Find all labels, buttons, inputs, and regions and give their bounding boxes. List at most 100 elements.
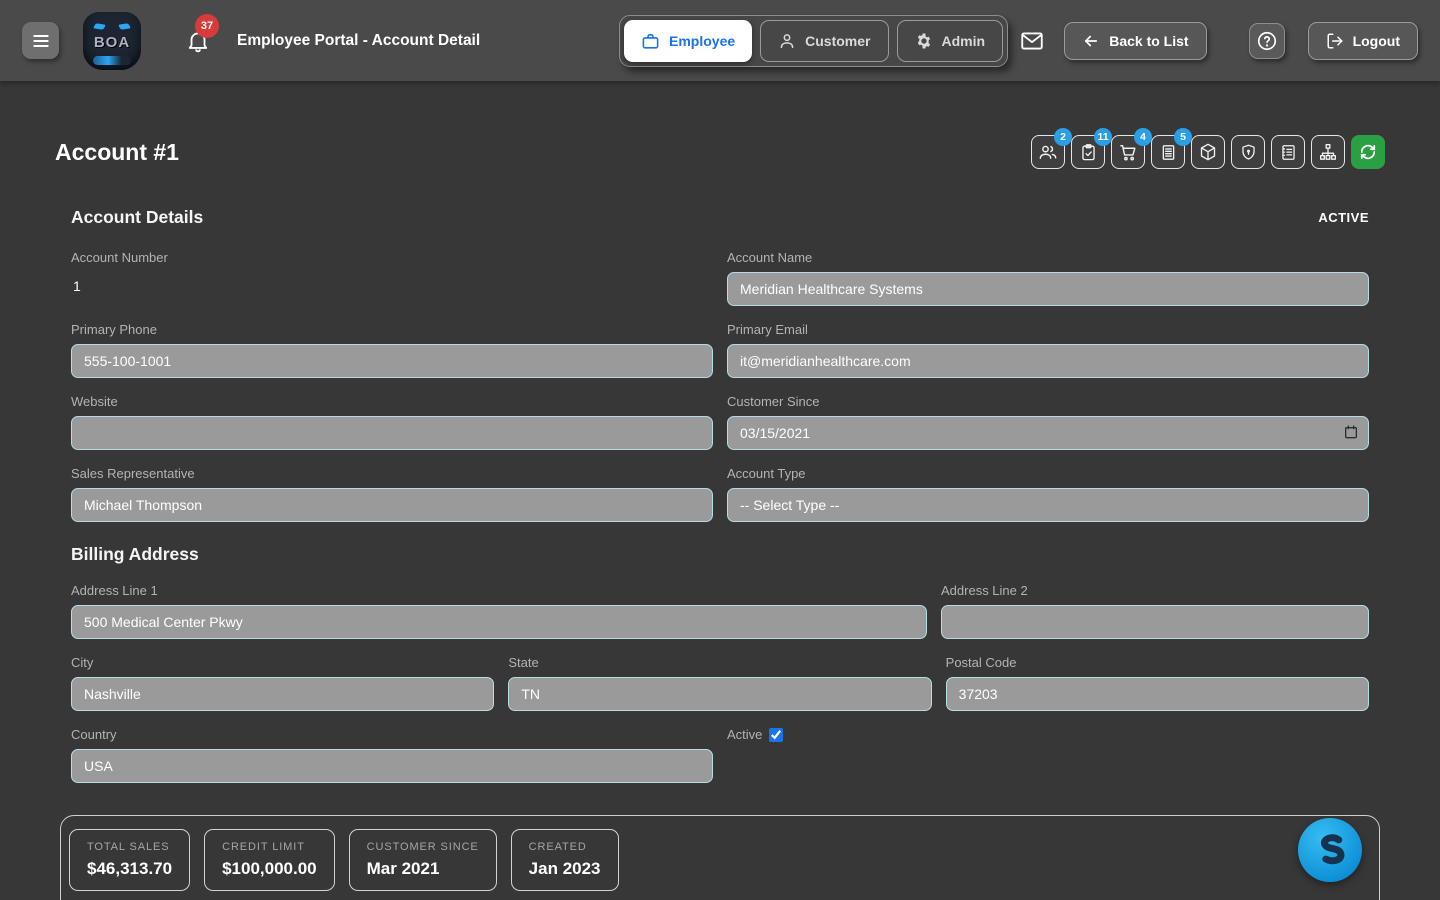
customer-since-date-input[interactable] [727,416,1369,450]
logout-button[interactable]: Logout [1308,22,1418,60]
primary-phone-label: Primary Phone [71,322,713,337]
snake-s-icon [1309,829,1351,871]
security-button[interactable] [1231,135,1265,169]
person-icon [778,32,796,50]
envelope-icon [1019,28,1045,54]
hamburger-icon [31,31,51,51]
hamburger-menu-button[interactable] [22,22,59,59]
account-name-input[interactable] [727,272,1369,306]
hierarchy-button[interactable] [1311,135,1345,169]
city-input[interactable] [71,677,494,711]
field-state: State [508,655,931,711]
field-sales-representative: Sales Representative [71,466,713,522]
field-country: Country [71,727,713,783]
back-to-list-button[interactable]: Back to List [1064,22,1206,60]
stat-total-sales: TOTAL SALES $46,313.70 [69,829,190,891]
invoice-icon [1159,143,1178,162]
address-line-1-label: Address Line 1 [71,583,927,598]
stat-value: Jan 2023 [529,859,601,879]
tasks-count-badge: 11 [1094,128,1112,146]
app-logo: BOA [83,12,141,70]
tasks-button[interactable]: 11 [1071,135,1105,169]
field-postal-code: Postal Code [946,655,1369,711]
stat-customer-since: CUSTOMER SINCE Mar 2021 [349,829,497,891]
sitemap-icon [1318,142,1338,162]
state-label: State [508,655,931,670]
refresh-button[interactable] [1351,135,1385,169]
postal-code-input[interactable] [946,677,1369,711]
primary-phone-input[interactable] [71,344,713,378]
primary-email-input[interactable] [727,344,1369,378]
invoices-count-badge: 5 [1174,128,1192,146]
sales-representative-input[interactable] [71,488,713,522]
postal-code-label: Postal Code [946,655,1369,670]
account-toolbar: 2 11 4 [1031,135,1385,169]
assistant-bubble-logo[interactable] [1298,818,1362,882]
field-active: Active [727,727,1369,783]
field-website: Website [71,394,713,450]
active-checkbox[interactable] [769,728,783,742]
main-content: Account #1 2 11 [0,81,1440,799]
website-label: Website [71,394,713,409]
field-address-line-1: Address Line 1 [71,583,927,639]
contacts-button[interactable]: 2 [1031,135,1065,169]
account-type-select[interactable]: -- Select Type -- [727,488,1369,522]
stat-value: $100,000.00 [222,859,317,879]
tab-employee-label: Employee [669,33,735,49]
notification-count-badge: 37 [195,14,219,38]
notifications-button[interactable]: 37 [185,28,211,54]
account-heading: Account #1 [55,139,179,166]
country-input[interactable] [71,749,713,783]
invoices-button[interactable]: 5 [1151,135,1185,169]
shield-icon [1239,143,1258,162]
stat-label: TOTAL SALES [87,841,172,853]
logo-tail [93,56,131,65]
calendar-icon[interactable] [1343,424,1359,440]
city-label: City [71,655,494,670]
orders-button[interactable]: 4 [1111,135,1145,169]
field-customer-since: Customer Since [727,394,1369,450]
top-navbar: BOA 37 Employee Portal - Account Detail … [0,0,1440,81]
stat-created: CREATED Jan 2023 [511,829,619,891]
primary-email-label: Primary Email [727,322,1369,337]
sync-icon [1358,142,1378,162]
account-details-section: Account Details ACTIVE Account Number 1 … [55,207,1385,783]
stat-label: CUSTOMER SINCE [367,841,479,853]
logout-icon [1326,32,1344,50]
tab-admin[interactable]: Admin [897,20,1004,62]
field-account-type: Account Type -- Select Type -- [727,466,1369,522]
journal-icon [1279,143,1298,162]
account-type-label: Account Type [727,466,1369,481]
field-primary-email: Primary Email [727,322,1369,378]
cart-icon [1118,142,1138,162]
address-line-2-input[interactable] [941,605,1369,639]
address-line-1-input[interactable] [71,605,927,639]
page-title: Employee Portal - Account Detail [237,32,480,50]
tab-employee[interactable]: Employee [624,20,752,62]
status-badge: ACTIVE [1318,210,1369,225]
logo-text: BOA [94,34,130,51]
notes-button[interactable] [1271,135,1305,169]
sales-representative-label: Sales Representative [71,466,713,481]
navbar-right-actions: Back to List Logout [1019,0,1418,81]
back-to-list-label: Back to List [1109,33,1188,49]
tab-customer-label: Customer [805,33,870,49]
package-icon [1198,142,1218,162]
products-button[interactable] [1191,135,1225,169]
active-label: Active [727,727,762,742]
tab-customer[interactable]: Customer [760,20,888,62]
website-input[interactable] [71,416,713,450]
stat-label: CREATED [529,841,601,853]
account-number-label: Account Number [71,250,713,265]
logout-label: Logout [1353,33,1400,49]
question-icon [1256,30,1278,52]
mail-button[interactable] [1019,28,1045,54]
field-account-number: Account Number 1 [71,250,713,306]
help-button[interactable] [1249,23,1285,59]
field-primary-phone: Primary Phone [71,322,713,378]
orders-count-badge: 4 [1134,128,1152,146]
field-city: City [71,655,494,711]
billing-address-heading: Billing Address [71,544,1369,565]
state-input[interactable] [508,677,931,711]
portal-tab-group: Employee Customer Admin [619,15,1008,67]
